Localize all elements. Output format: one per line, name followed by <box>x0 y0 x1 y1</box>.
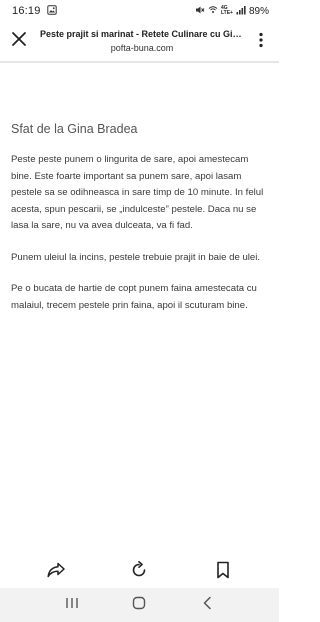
home-button[interactable] <box>127 593 151 617</box>
bookmark-icon <box>216 561 230 584</box>
article-paragraph: Pe o bucata de hartie de copt punem fain… <box>11 283 257 311</box>
status-time: 16:19 <box>12 5 41 17</box>
more-vertical-icon <box>259 32 263 53</box>
article-content: Sfat de la Gina Bradea Peste peste punem… <box>11 120 269 329</box>
network-type-bottom: LTE+ <box>220 10 233 16</box>
gallery-notification-icon <box>46 4 57 18</box>
network-type-badge: 4G LTE+ <box>221 6 233 16</box>
title-bar: Peste prajit si marinat - Retete Culinar… <box>0 24 279 62</box>
page-title: Peste prajit si marinat - Retete Culinar… <box>40 29 244 39</box>
system-navigation-bar <box>0 588 279 622</box>
page-title-block[interactable]: Peste prajit si marinat - Retete Culinar… <box>40 28 244 55</box>
page-load-progress <box>0 61 279 63</box>
close-button[interactable] <box>8 30 30 52</box>
bookmark-button[interactable] <box>209 558 237 586</box>
article-heading: Sfat de la Gina Bradea <box>11 122 138 136</box>
article-paragraph: Peste peste punem o lingurita de sare, a… <box>11 154 264 231</box>
close-icon <box>11 31 27 52</box>
signal-icon <box>236 5 246 18</box>
share-icon <box>47 562 65 583</box>
article-paragraph: Punem uleiul la incins, pestele trebuie … <box>11 251 261 263</box>
status-left: 16:19 <box>12 4 57 18</box>
mute-icon <box>195 5 205 18</box>
status-bar: 16:19 4G LTE+ 89% <box>0 0 279 22</box>
battery-percent: 89% <box>248 5 269 17</box>
back-button[interactable] <box>195 593 219 617</box>
recent-apps-icon <box>65 596 79 614</box>
wifi-calling-icon <box>208 5 218 18</box>
home-icon <box>132 596 146 615</box>
status-right: 4G LTE+ 89% <box>195 5 269 18</box>
refresh-icon <box>130 560 148 584</box>
recent-apps-button[interactable] <box>60 593 84 617</box>
share-button[interactable] <box>42 558 70 586</box>
refresh-button[interactable] <box>125 558 153 586</box>
page-url: pofta-buna.com <box>110 43 174 53</box>
more-options-button[interactable] <box>253 32 269 52</box>
back-icon <box>202 596 212 615</box>
